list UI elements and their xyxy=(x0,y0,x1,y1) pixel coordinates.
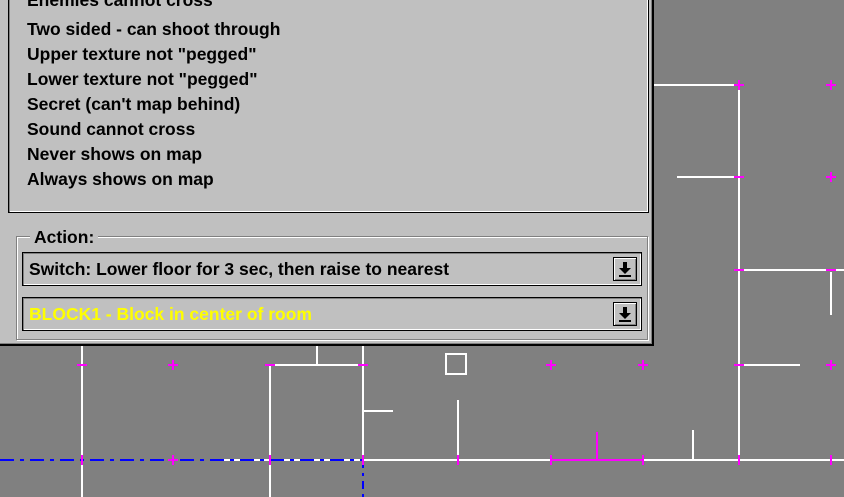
flag-lower-unpegged[interactable]: Lower texture not "pegged" xyxy=(27,68,258,90)
action-group-label: Action: xyxy=(30,226,99,248)
flag-always-shows-on-map[interactable]: Always shows on map xyxy=(27,168,214,190)
flag-two-sided[interactable]: Two sided - can shoot through xyxy=(27,18,280,40)
dropdown-arrow-icon xyxy=(619,262,631,277)
action-type-value: Switch: Lower floor for 3 sec, then rais… xyxy=(29,259,450,279)
flag-secret[interactable]: Secret (can't map behind) xyxy=(27,93,240,115)
flag-never-shows-on-map[interactable]: Never shows on map xyxy=(27,143,202,165)
dropdown-arrow-icon xyxy=(619,307,631,322)
action-type-dropdown-button[interactable] xyxy=(613,257,637,281)
flag-upper-unpegged[interactable]: Upper texture not "pegged" xyxy=(27,43,257,65)
flag-sound-cannot-cross[interactable]: Sound cannot cross xyxy=(27,118,195,140)
flag-enemies-cannot-cross[interactable]: Enemies cannot cross xyxy=(27,0,213,11)
linedef-properties-panel: Enemies cannot cross Two sided - can sho… xyxy=(0,0,654,346)
target-sector-dropdown-button[interactable] xyxy=(613,302,637,326)
action-type-dropdown[interactable]: Switch: Lower floor for 3 sec, then rais… xyxy=(22,252,642,286)
linedef-flags-list: Enemies cannot cross Two sided - can sho… xyxy=(8,0,649,213)
target-sector-dropdown[interactable]: BLOCK1 - Block in center of room xyxy=(22,297,642,331)
target-sector-value: BLOCK1 - Block in center of room xyxy=(29,304,312,324)
